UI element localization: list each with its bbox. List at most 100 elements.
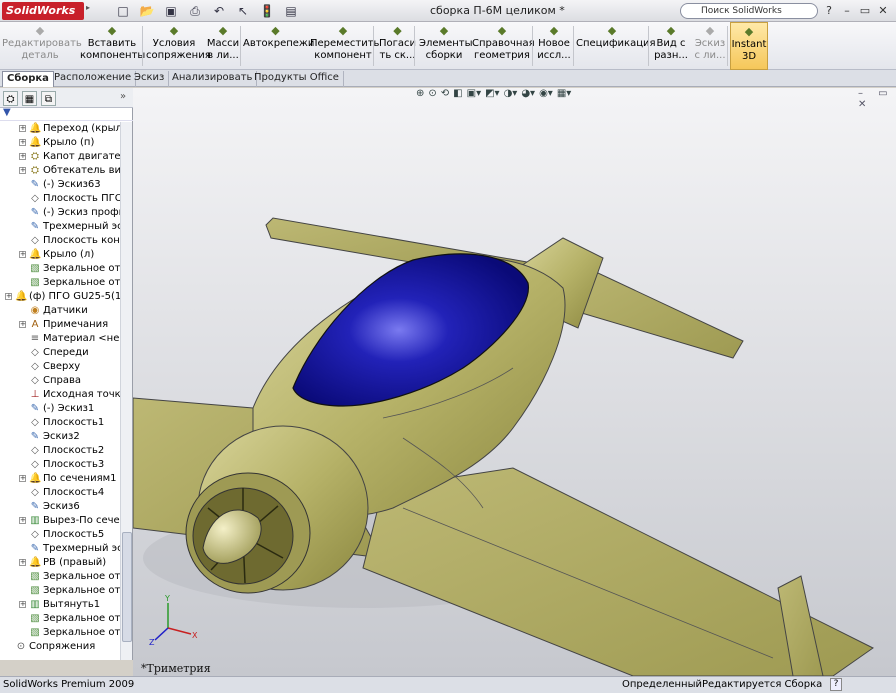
zoom-area-icon[interactable]: ⊙ (428, 88, 436, 102)
tree-item[interactable]: ▧Зеркальное отра (0, 626, 120, 640)
panel-expand-icon[interactable]: » (120, 91, 126, 102)
tree-item[interactable]: ◇ Плоскость4 (0, 486, 120, 500)
tree-item[interactable]: ▧Зеркальное отра (0, 612, 120, 626)
minimize-button[interactable]: – (840, 3, 854, 18)
tree-item[interactable]: +🔔(ф) ПГО GU25-5(11) (0, 290, 120, 304)
tree-item[interactable]: ◇ Сверху (0, 360, 120, 374)
tree-item[interactable]: ◇ Плоскость конце (0, 234, 120, 248)
tree-item[interactable]: ◉ Датчики (0, 304, 120, 318)
tree-item[interactable]: ✎ (-) Эскиз63 (0, 178, 120, 192)
ribbon-button-2[interactable]: ◆ Условия сопряжения (146, 22, 211, 70)
tree-item[interactable]: + ▥ Вытянуть1 (0, 598, 120, 612)
tab-1[interactable]: Расположение (50, 71, 137, 87)
ribbon-button-11[interactable]: ◆ Вид с разн... (651, 22, 691, 70)
tree-item[interactable]: ◇ Плоскость1 (0, 416, 120, 430)
zoom-to-fit-icon[interactable]: ⊕ (416, 88, 424, 102)
tree-item[interactable]: ▧Зеркальное отра (0, 262, 120, 276)
property-manager-tab-icon[interactable]: ▦ (22, 91, 37, 106)
graphics-area[interactable]: Y X Z ⊕ ⊙ ⟲ ◧ ▣▾ ◩▾ ◑▾ ◕▾ ◉▾ ▦▾ – ▭ ✕ *Т… (133, 88, 896, 676)
expand-icon[interactable]: + (19, 475, 26, 482)
tree-item[interactable]: ◇ Плоскость3 (0, 458, 120, 472)
print-icon[interactable]: ⎙ (184, 3, 206, 19)
undo-icon[interactable]: ↶ (208, 3, 230, 19)
help-icon[interactable]: ? (822, 3, 836, 18)
tree-item[interactable]: + A Примечания (0, 318, 120, 332)
ribbon-button-6[interactable]: ◆ Погаси ть ск... (378, 22, 417, 70)
tree-item[interactable]: ✎ Эскиз2 (0, 430, 120, 444)
expand-icon[interactable]: + (19, 125, 26, 132)
tree-item[interactable]: ◇ Плоскость2 (0, 444, 120, 458)
edit-appearance-icon[interactable]: ◕▾ (521, 88, 535, 102)
options-icon[interactable]: ▤ (280, 3, 302, 19)
tree-item[interactable]: + ▥Вырез-По сечени (0, 514, 120, 528)
ribbon-button-4[interactable]: ◆ Автокрепежи (243, 22, 314, 70)
tree-item[interactable]: ▧Зеркальное отра (0, 276, 120, 290)
save-icon[interactable]: ▣ (160, 3, 182, 19)
expand-icon[interactable]: + (19, 601, 26, 608)
search-input[interactable]: Поиск SolidWorks (680, 3, 818, 19)
expand-icon[interactable]: + (19, 139, 26, 146)
ribbon-button-3[interactable]: ◆ Масси в ли... (204, 22, 242, 70)
tree-item[interactable]: ◇ Плоскость ПГО к (0, 192, 120, 206)
tree-item[interactable]: + 🔔 Крыло (л) (0, 248, 120, 262)
close-button[interactable]: ✕ (876, 3, 890, 18)
select-icon[interactable]: ↖ (232, 3, 254, 19)
feature-tree-tab-icon[interactable]: ⛭ (3, 91, 18, 106)
restore-button[interactable]: ▭ (858, 3, 872, 18)
configuration-tab-icon[interactable]: ⧉ (41, 91, 56, 106)
ribbon-button-0[interactable]: ◆ Редактировать деталь (2, 22, 82, 70)
rebuild-icon[interactable]: 🚦 (256, 3, 278, 19)
tree-item[interactable]: ▧Зеркальное отра (0, 584, 120, 598)
solidworks-logo[interactable]: SolidWorks (2, 2, 84, 20)
help-status-icon[interactable]: ? (830, 678, 842, 691)
tree-item[interactable]: ✎Трехмерный эск (0, 542, 120, 556)
ribbon-button-1[interactable]: ◆ Вставить компоненты (80, 22, 145, 70)
ribbon-button-7[interactable]: ◆ Элементы сборки (419, 22, 472, 70)
tab-3[interactable]: Анализировать (168, 71, 258, 87)
tree-item[interactable]: ✎(-) Эскиз профил (0, 206, 120, 220)
tree-item[interactable]: + 🔔 По сечениям1 (0, 472, 120, 486)
expand-icon[interactable]: + (19, 153, 26, 160)
tree-item[interactable]: + 🔔 Переход (крыло (0, 122, 120, 136)
ribbon-button-10[interactable]: ◆ Спецификация (576, 22, 656, 70)
tab-4[interactable]: Продукты Office (250, 71, 344, 87)
new-document-icon[interactable]: □ (112, 3, 134, 19)
tree-item[interactable]: ◇ Справа (0, 374, 120, 388)
tree-item[interactable]: + ⛭ Капот двигателя (0, 150, 120, 164)
tree-scrollbar[interactable] (120, 122, 132, 660)
ribbon-button-13[interactable]: ◆ Instant 3D (730, 22, 768, 70)
view-orientation-icon[interactable]: ▣▾ (467, 88, 481, 102)
hide-show-icon[interactable]: ◑▾ (504, 88, 518, 102)
ribbon-button-12[interactable]: ◆ Эскиз с ли... (694, 22, 726, 70)
expand-icon[interactable]: + (5, 293, 12, 300)
previous-view-icon[interactable]: ⟲ (441, 88, 449, 102)
viewport-window-controls[interactable]: – ▭ ✕ (858, 88, 896, 110)
tree-item[interactable]: ⊙ Сопряжения (0, 640, 120, 654)
open-file-icon[interactable]: 📂 (136, 3, 158, 19)
filter-icon[interactable]: ▼ (3, 107, 11, 118)
scrollbar-thumb[interactable] (122, 532, 132, 642)
tree-item[interactable]: ≡Материал <не ук (0, 332, 120, 346)
tree-item[interactable]: ◇ Спереди (0, 346, 120, 360)
tree-filter[interactable]: ▼ (0, 107, 133, 121)
tree-item[interactable]: + ⛭ Обтекатель винт (0, 164, 120, 178)
tree-item[interactable]: + 🔔 РВ (правый) (0, 556, 120, 570)
ribbon-button-9[interactable]: ◆ Новое иссл... (535, 22, 573, 70)
tree-item[interactable]: ◇ Плоскость5 (0, 528, 120, 542)
tree-item[interactable]: ✎ (-) Эскиз1 (0, 402, 120, 416)
tree-item[interactable]: ✎Трехмерный эск (0, 220, 120, 234)
tree-item[interactable]: ✎ Эскиз6 (0, 500, 120, 514)
expand-icon[interactable]: + (19, 517, 26, 524)
ribbon-button-8[interactable]: ◆ Справочная геометрия (472, 22, 535, 70)
tab-2[interactable]: Эскиз (130, 71, 170, 87)
model-render[interactable]: Y X Z (133, 88, 896, 676)
expand-icon[interactable]: + (19, 251, 26, 258)
logo-dropdown-icon[interactable]: ▸ (86, 3, 94, 19)
tab-0[interactable]: Сборка (2, 71, 54, 87)
display-style-icon[interactable]: ◩▾ (485, 88, 499, 102)
ribbon-button-5[interactable]: ◆ Переместить компонент (310, 22, 379, 70)
expand-icon[interactable]: + (19, 559, 26, 566)
apply-scene-icon[interactable]: ◉▾ (539, 88, 553, 102)
view-settings-icon[interactable]: ▦▾ (557, 88, 571, 102)
tree-item[interactable]: ⊥ Исходная точка (0, 388, 120, 402)
